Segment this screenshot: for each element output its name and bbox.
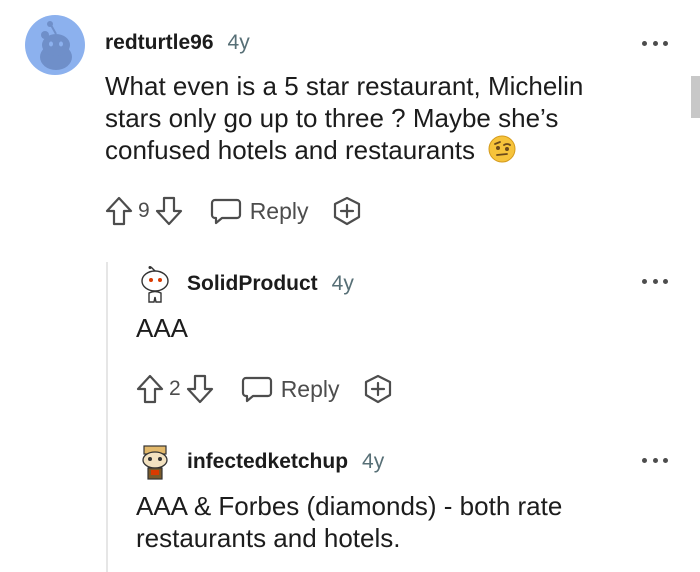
vote-group: 2 (135, 373, 215, 405)
username[interactable]: redturtle96 (105, 31, 214, 55)
vote-count: 2 (169, 377, 181, 400)
dot-icon (642, 40, 647, 46)
dot-icon (642, 457, 647, 463)
dot-icon (642, 278, 647, 284)
more-options-button[interactable] (642, 456, 668, 464)
username[interactable]: infectedketchup (187, 450, 348, 474)
comment-infectedketchup: infectedketchup 4y AAA & Forbes (diamond… (0, 420, 700, 572)
comment-redturtle96: redturtle96 4y What even is a 5 star res… (0, 0, 700, 240)
vote-group: 9 (104, 195, 184, 227)
snoo-avatar-icon (141, 266, 169, 303)
dot-icon (663, 278, 668, 284)
avatar[interactable] (136, 266, 174, 306)
vote-count: 9 (138, 199, 150, 222)
username[interactable]: SolidProduct (187, 272, 318, 296)
award-icon (333, 196, 360, 226)
comment-body: AAA (136, 313, 189, 343)
chat-bubble-icon (241, 376, 272, 403)
dot-icon (652, 457, 658, 463)
comment-body: AAA & Forbes (diamonds) - both rate rest… (136, 491, 563, 553)
comment-age: 4y (331, 272, 354, 295)
avatar[interactable] (138, 444, 172, 482)
dot-icon (663, 40, 668, 46)
upvote-icon[interactable] (135, 373, 165, 405)
comment-solidproduct: SolidProduct 4y AAA 2 Reply (0, 240, 700, 420)
comment-body: What even is a 5 star restaurant, Michel… (105, 70, 645, 166)
dot-icon (652, 40, 658, 46)
award-icon (364, 374, 391, 404)
downvote-icon[interactable] (154, 195, 184, 227)
comment-age: 4y (227, 31, 250, 54)
reply-label: Reply (280, 375, 340, 402)
snoo-avatar-icon (142, 445, 168, 480)
chat-bubble-icon (210, 198, 241, 225)
dot-icon (652, 278, 658, 284)
reply-button[interactable]: Reply (210, 196, 309, 226)
snoo-avatar-icon (40, 21, 72, 70)
raised-eyebrow-emoji-icon (488, 135, 516, 163)
more-options-button[interactable] (642, 39, 668, 47)
reply-label: Reply (249, 197, 309, 224)
downvote-icon[interactable] (185, 373, 215, 405)
upvote-icon[interactable] (104, 195, 134, 227)
reply-button[interactable]: Reply (241, 374, 340, 404)
award-button[interactable] (362, 373, 394, 405)
avatar[interactable] (25, 15, 85, 75)
dot-icon (663, 457, 668, 463)
more-options-button[interactable] (642, 277, 668, 285)
comment-age: 4y (362, 450, 385, 473)
award-button[interactable] (331, 195, 363, 227)
